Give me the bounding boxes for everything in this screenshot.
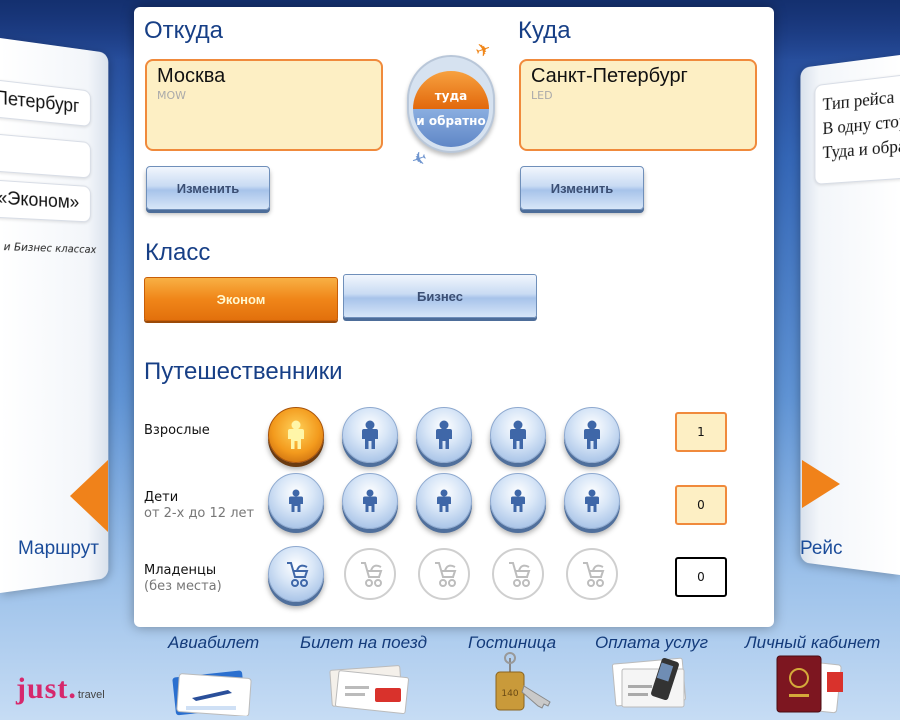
adult-button[interactable] <box>416 407 472 463</box>
brand-logo[interactable]: just.travel <box>16 672 105 706</box>
left-panel-item[interactable]: Петербург <box>0 77 91 127</box>
travelers-heading: Путешественники <box>144 358 343 386</box>
nav-avia[interactable]: Авиабилет <box>168 633 259 653</box>
infant-button[interactable] <box>418 548 470 600</box>
child-button[interactable] <box>564 473 620 529</box>
hotel-keys-icon[interactable]: 140 <box>490 652 560 716</box>
payment-icon[interactable] <box>610 655 700 715</box>
class-business-button[interactable]: Бизнес <box>343 274 537 318</box>
child-button[interactable] <box>490 473 546 529</box>
left-panel-item[interactable]: «Эконом» <box>0 178 91 222</box>
trip-roundtrip-top: туда <box>413 71 489 109</box>
infant-button[interactable] <box>344 548 396 600</box>
child-button[interactable] <box>268 473 324 529</box>
infant-button[interactable] <box>492 548 544 600</box>
adults-label-text: Взрослые <box>144 423 210 438</box>
from-heading: Откуда <box>144 17 223 45</box>
adult-button[interactable] <box>342 407 398 463</box>
booking-panel: Откуда Москва MOW Изменить туда и обратн… <box>134 7 774 627</box>
children-label: Дети от 2-х до 12 лет <box>144 490 254 521</box>
infants-note: (без места) <box>144 579 222 594</box>
to-city-field[interactable]: Санкт-Петербург LED <box>519 59 757 151</box>
route-nav-label[interactable]: Маршрут <box>18 538 99 560</box>
adult-button[interactable] <box>268 407 324 463</box>
trip-type-box[interactable]: Тип рейса В одну стор Туда и обра <box>815 69 900 185</box>
brand-suffix: travel <box>78 689 105 701</box>
infants-count: 0 <box>675 557 727 597</box>
adults-label: Взрослые <box>144 423 210 438</box>
left-panel-note: м и Бизнес классах <box>0 240 96 256</box>
adult-button[interactable] <box>564 407 620 463</box>
passport-icon[interactable] <box>775 652 855 716</box>
nav-hotel[interactable]: Гостиница <box>468 633 556 653</box>
children-label-text: Дети <box>144 490 178 505</box>
infants-label: Младенцы (без места) <box>144 563 222 594</box>
from-city-name: Москва <box>157 65 371 88</box>
class-heading: Класс <box>145 239 210 267</box>
train-ticket-icon[interactable] <box>325 660 415 716</box>
nav-train[interactable]: Билет на поезд <box>300 633 427 653</box>
from-city-field[interactable]: Москва MOW <box>145 59 383 151</box>
infants-label-text: Младенцы <box>144 563 216 578</box>
prev-arrow-icon[interactable] <box>70 460 108 532</box>
trip-toggle-circle: туда и обратно <box>407 55 495 153</box>
child-button[interactable] <box>342 473 398 529</box>
ticket-icon[interactable] <box>168 660 258 716</box>
flight-nav-label[interactable]: Рейс <box>800 538 843 560</box>
trip-roundtrip-bottom: и обратно <box>413 109 489 147</box>
from-city-code: MOW <box>157 89 371 102</box>
left-panel-item[interactable] <box>0 131 91 178</box>
change-from-button[interactable]: Изменить <box>146 166 270 210</box>
children-age-note: от 2-х до 12 лет <box>144 506 254 521</box>
change-to-button[interactable]: Изменить <box>520 166 644 210</box>
nav-payment[interactable]: Оплата услуг <box>595 633 708 653</box>
child-button[interactable] <box>416 473 472 529</box>
to-heading: Куда <box>518 17 571 45</box>
adults-count: 1 <box>675 412 727 452</box>
children-count: 0 <box>675 485 727 525</box>
adult-button[interactable] <box>490 407 546 463</box>
brand-name: just. <box>16 672 77 705</box>
to-city-name: Санкт-Петербург <box>531 65 745 88</box>
to-city-code: LED <box>531 89 745 102</box>
class-econom-button[interactable]: Эконом <box>144 277 338 321</box>
infant-button[interactable] <box>268 546 324 602</box>
svg-text:140: 140 <box>501 689 518 699</box>
next-arrow-icon[interactable] <box>802 460 840 508</box>
nav-account[interactable]: Личный кабинет <box>745 633 880 653</box>
infant-button[interactable] <box>566 548 618 600</box>
